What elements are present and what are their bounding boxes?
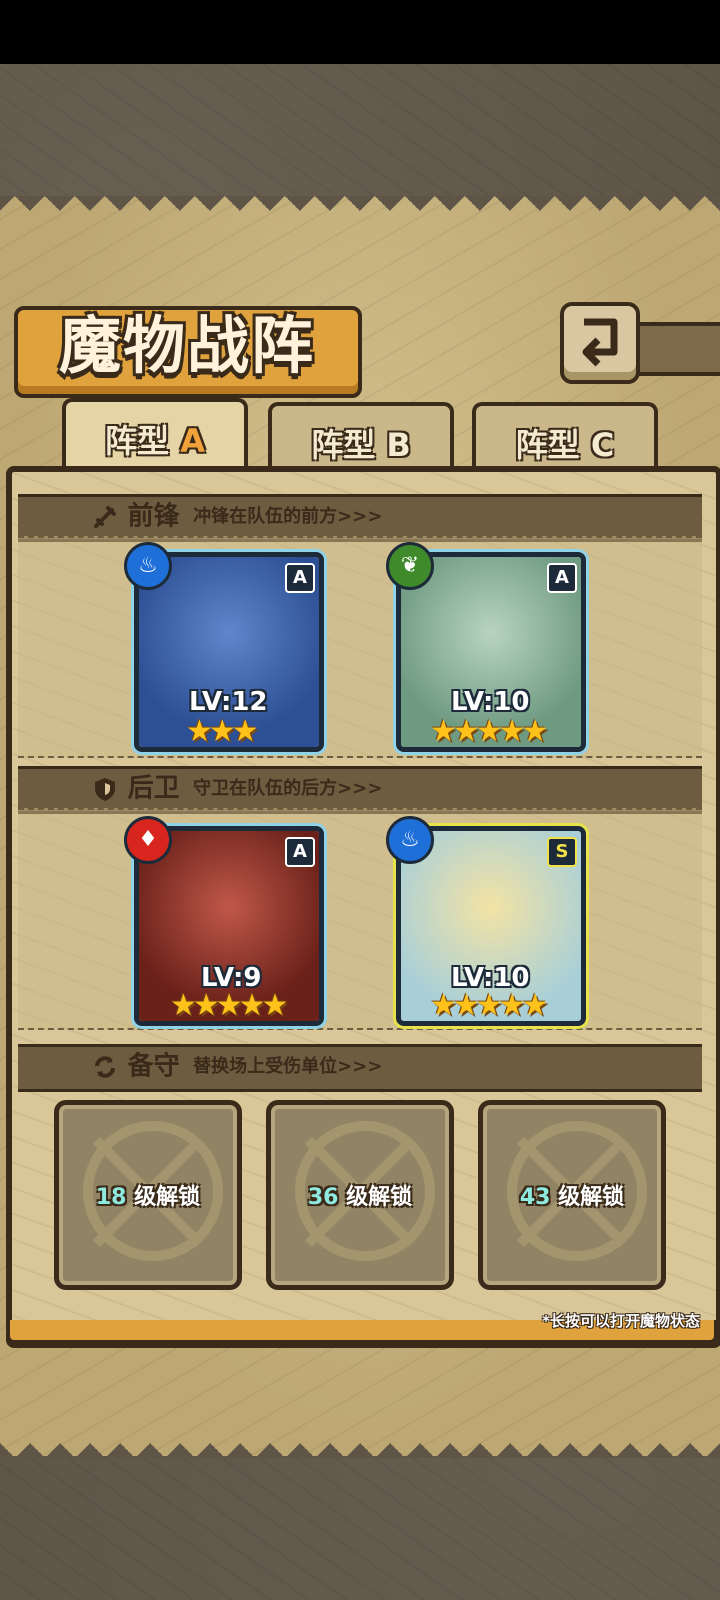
tab-formation-a[interactable]: 阵型 A xyxy=(62,398,248,476)
level-label: LV:10 xyxy=(451,687,530,717)
shield-icon xyxy=(95,777,115,801)
back-row xyxy=(18,808,702,1030)
rank-badge: S xyxy=(547,837,577,867)
section-desc: 替换场上受伤单位>>> xyxy=(193,1055,383,1077)
back-button[interactable] xyxy=(560,302,640,384)
rank-badge: A xyxy=(285,563,315,593)
fire-element-icon: ♦ xyxy=(124,816,172,864)
level-label: LV:12 xyxy=(189,687,268,717)
water-element-icon: ♨ xyxy=(124,542,172,590)
tab-letter: B xyxy=(386,426,411,464)
wood-element-icon: ❦ xyxy=(386,542,434,590)
rank-badge: A xyxy=(285,837,315,867)
tab-label: 阵型 xyxy=(311,426,376,464)
unlock-label: 18 级解锁 xyxy=(95,1185,201,1210)
back-arrow-icon xyxy=(582,318,618,367)
tab-label: 阵型 xyxy=(515,426,580,464)
star-rating: ★★★★★ xyxy=(430,714,549,749)
swap-icon xyxy=(95,1055,115,1078)
tab-formation-c[interactable]: 阵型 C xyxy=(472,402,658,472)
zigzag-edge-bottom xyxy=(0,1428,720,1458)
star-rating: ★★★★★ xyxy=(170,988,289,1023)
tab-letter: A xyxy=(180,422,205,460)
section-title: 前锋 xyxy=(127,501,180,532)
status-bar xyxy=(0,0,720,64)
tab-letter: C xyxy=(590,426,615,464)
reserve-slot-locked[interactable]: 43 级解锁 xyxy=(478,1100,666,1290)
rank-badge: A xyxy=(547,563,577,593)
section-desc: 守卫在队伍的后方>>> xyxy=(193,777,383,799)
tab-label: 阵型 xyxy=(105,422,170,460)
page-title: 魔物战阵 xyxy=(58,309,315,382)
reserve-slot-locked[interactable]: 36 级解锁 xyxy=(266,1100,454,1290)
sword-icon xyxy=(94,505,116,528)
unlock-label: 36 级解锁 xyxy=(307,1185,413,1210)
unlock-label: 43 级解锁 xyxy=(519,1185,625,1210)
back-bar xyxy=(630,322,720,376)
long-press-hint: *长按可以打开魔物状态 xyxy=(542,1312,700,1330)
tab-formation-b[interactable]: 阵型 B xyxy=(268,402,454,472)
front-section-header: 前锋 冲锋在队伍的前方>>> xyxy=(92,496,382,536)
star-rating: ★★★★★ xyxy=(430,988,549,1023)
section-title: 备守 xyxy=(127,1051,180,1082)
section-desc: 冲锋在队伍的前方>>> xyxy=(193,505,383,527)
reserve-section-header: 备守 替换场上受伤单位>>> xyxy=(92,1046,382,1086)
back-section-header: 后卫 守卫在队伍的后方>>> xyxy=(92,768,382,808)
zigzag-edge-top xyxy=(0,196,720,226)
front-row xyxy=(18,536,702,758)
section-title: 后卫 xyxy=(127,773,180,804)
reserve-slot-locked[interactable]: 18 级解锁 xyxy=(54,1100,242,1290)
water-element-icon: ♨ xyxy=(386,816,434,864)
star-rating: ★★★ xyxy=(186,714,259,749)
